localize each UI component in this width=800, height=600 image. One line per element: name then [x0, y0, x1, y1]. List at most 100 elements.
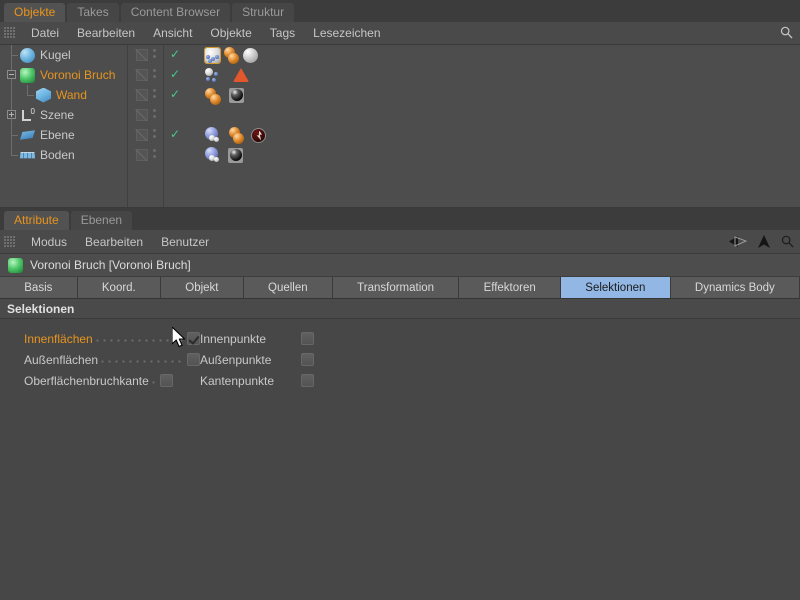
tag-cell[interactable] [200, 105, 800, 125]
visibility-dots-icon[interactable] [153, 49, 156, 61]
red-triangle-tag[interactable] [233, 68, 249, 82]
visibility-dots-icon[interactable] [153, 109, 156, 121]
option-row: Oberflächenbruchkante Kantenpunkte [0, 370, 800, 391]
tab-ebenen[interactable]: Ebenen [70, 211, 133, 230]
tab-quellen[interactable]: Quellen [243, 277, 333, 298]
tab-koord[interactable]: Koord. [77, 277, 162, 298]
render-toggle-icon[interactable] [136, 129, 148, 141]
orange-orb-tag[interactable] [228, 126, 245, 144]
collapse-expander-icon[interactable] [7, 70, 16, 79]
search-icon[interactable] [781, 235, 794, 248]
enabled-check-icon[interactable]: ✓ [170, 88, 180, 100]
blue-orb-tag[interactable] [205, 126, 222, 144]
white-material-tag[interactable] [243, 47, 258, 63]
points-tag[interactable] [205, 67, 220, 83]
tab-objekt[interactable]: Objekt [161, 277, 244, 298]
menu-datei[interactable]: Datei [22, 22, 68, 44]
table-row[interactable]: Ebene ✓ [0, 125, 800, 145]
orange-orb-tag[interactable] [223, 46, 240, 64]
up-arrow-icon[interactable] [758, 234, 770, 249]
enable-check-cell[interactable] [164, 145, 200, 165]
visibility-dots-icon[interactable] [153, 89, 156, 101]
dynamics-body-tag[interactable] [251, 127, 266, 143]
plane-icon [20, 130, 35, 140]
render-toggle-icon[interactable] [136, 149, 148, 161]
grip-handle-icon[interactable] [4, 27, 16, 39]
menu-ansicht[interactable]: Ansicht [144, 22, 201, 44]
checkbox-innenpunkte[interactable] [301, 332, 314, 345]
object-tree[interactable]: Kugel ✓ Voronoi Bruch ✓ Wand ✓ 0 Szene E… [0, 45, 800, 208]
tab-struktur[interactable]: Struktur [232, 3, 295, 22]
orange-orb-tag[interactable] [205, 87, 222, 105]
tag-cell[interactable] [200, 65, 800, 85]
object-label: Wand [56, 88, 87, 102]
render-toggle-icon[interactable] [136, 69, 148, 81]
sphere-icon [20, 47, 35, 63]
checkbox-aussenpunkte[interactable] [301, 353, 314, 366]
grip-handle-icon[interactable] [4, 235, 16, 248]
tab-takes[interactable]: Takes [67, 3, 119, 22]
search-icon[interactable] [780, 26, 793, 39]
checkbox-oberflaechenbruchkante[interactable] [159, 374, 173, 387]
tab-attribute[interactable]: Attribute [4, 211, 69, 230]
tag-cell[interactable] [200, 85, 800, 105]
menu-objekte[interactable]: Objekte [201, 22, 260, 44]
enabled-check-icon[interactable]: ✓ [170, 48, 180, 60]
tag-cell[interactable] [200, 145, 800, 165]
black-material-tag[interactable] [228, 147, 243, 163]
checkbox-kantenpunkte[interactable] [301, 374, 314, 387]
black-material-tag[interactable] [229, 87, 244, 103]
table-row[interactable]: Wand ✓ [0, 85, 800, 105]
enable-check-cell[interactable]: ✓ [164, 45, 200, 65]
leader-dots [95, 332, 183, 345]
checkbox-aussenflaechen[interactable] [187, 353, 200, 366]
tab-transformation[interactable]: Transformation [332, 277, 460, 298]
visibility-dots-cell[interactable] [128, 145, 164, 165]
render-toggle-icon[interactable] [136, 49, 148, 61]
back-arrow-icon[interactable] [729, 235, 747, 248]
enable-check-cell[interactable] [164, 105, 200, 125]
visibility-dots-cell[interactable] [128, 105, 164, 125]
menu-modus[interactable]: Modus [22, 231, 76, 253]
menu-lesezeichen[interactable]: Lesezeichen [304, 22, 389, 44]
label-kantenpunkte: Kantenpunkte [200, 373, 275, 388]
visibility-dots-cell[interactable] [128, 125, 164, 145]
tag-cell[interactable] [200, 45, 800, 65]
visibility-dots-icon[interactable] [153, 129, 156, 141]
tab-dynamics-body[interactable]: Dynamics Body [670, 277, 800, 298]
option-row: Außenflächen Außenpunkte [0, 349, 800, 370]
menu-tags[interactable]: Tags [261, 22, 304, 44]
enable-check-cell[interactable]: ✓ [164, 125, 200, 145]
expand-expander-icon[interactable] [7, 110, 16, 119]
table-row[interactable]: 0 Szene [0, 105, 800, 125]
blue-orb-tag[interactable] [205, 146, 222, 164]
visibility-dots-cell[interactable] [128, 65, 164, 85]
selection-tag[interactable] [204, 46, 221, 64]
visibility-dots-cell[interactable] [128, 45, 164, 65]
enable-check-cell[interactable]: ✓ [164, 85, 200, 105]
enabled-check-icon[interactable]: ✓ [170, 68, 180, 80]
tab-content-browser[interactable]: Content Browser [120, 3, 231, 22]
render-toggle-icon[interactable] [136, 109, 148, 121]
tab-objekte[interactable]: Objekte [4, 3, 66, 22]
object-label: Boden [40, 148, 75, 162]
visibility-dots-icon[interactable] [153, 149, 156, 161]
tab-basis[interactable]: Basis [0, 277, 78, 298]
table-row[interactable]: Voronoi Bruch ✓ [0, 65, 800, 85]
visibility-dots-cell[interactable] [128, 85, 164, 105]
menu-bearbeiten[interactable]: Bearbeiten [76, 231, 152, 253]
object-label: Szene [40, 108, 75, 122]
checkbox-innenflaechen[interactable] [187, 332, 200, 345]
table-row[interactable]: Kugel ✓ [0, 45, 800, 65]
menu-bearbeiten[interactable]: Bearbeiten [68, 22, 144, 44]
menu-benutzer[interactable]: Benutzer [152, 231, 218, 253]
render-toggle-icon[interactable] [136, 89, 148, 101]
tab-effektoren[interactable]: Effektoren [459, 277, 562, 298]
visibility-dots-icon[interactable] [153, 69, 156, 81]
tree-line [11, 135, 18, 136]
enabled-check-icon[interactable]: ✓ [170, 128, 180, 140]
table-row[interactable]: Boden [0, 145, 800, 165]
tag-cell[interactable] [200, 125, 800, 145]
tab-selektionen[interactable]: Selektionen [561, 277, 671, 298]
enable-check-cell[interactable]: ✓ [164, 65, 200, 85]
